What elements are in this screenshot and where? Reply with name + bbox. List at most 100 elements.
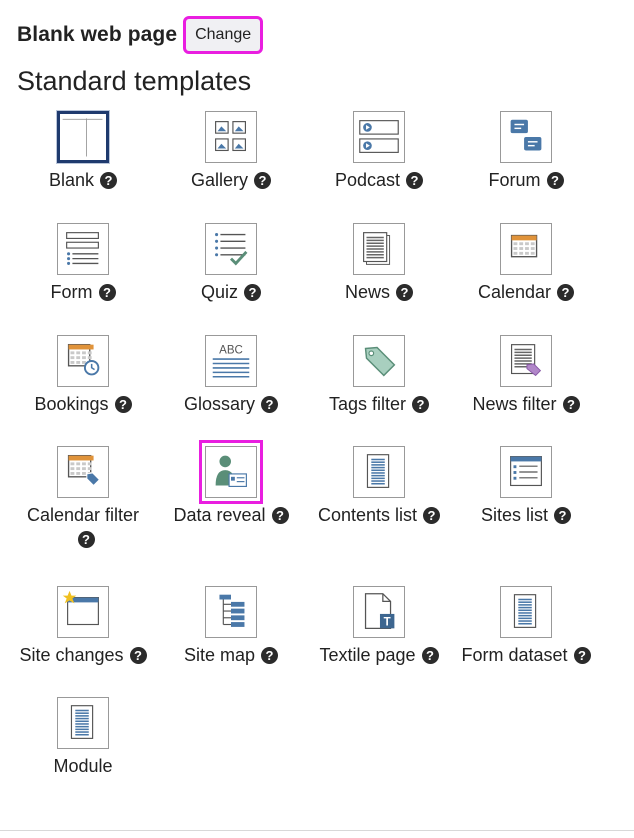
template-label: Glossary?: [156, 392, 306, 416]
help-icon[interactable]: ?: [554, 507, 572, 524]
calendar-filter-icon: [57, 446, 109, 498]
template-tile-tags-filter[interactable]: Tags filter?: [304, 335, 454, 416]
template-tile-news[interactable]: News?: [304, 223, 454, 304]
help-icon[interactable]: ?: [412, 396, 430, 413]
template-tile-data-reveal[interactable]: Data reveal?: [156, 446, 306, 527]
template-label-text: Form dataset: [461, 645, 568, 665]
template-label-text: Calendar: [477, 282, 552, 302]
template-tile-glossary[interactable]: ABC Glossary?: [156, 335, 306, 416]
help-icon[interactable]: ?: [396, 284, 413, 301]
template-label-text: Site map: [183, 645, 256, 665]
template-label-text: Sites list: [480, 505, 549, 525]
template-tile-news-filter[interactable]: News filter?: [451, 335, 601, 416]
template-label-text: Blank: [48, 170, 95, 190]
template-tile-blank[interactable]: Blank?: [8, 111, 158, 192]
template-label: Calendar filter?: [23, 503, 143, 551]
template-label-text: Bookings: [34, 394, 109, 414]
bottom-divider: [0, 830, 634, 831]
template-label-text: Form: [50, 282, 93, 302]
template-tile-gallery[interactable]: Gallery?: [156, 111, 306, 192]
help-icon[interactable]: ?: [100, 172, 118, 189]
help-icon[interactable]: ?: [562, 396, 580, 413]
template-tile-contents-list[interactable]: Contents list?: [304, 446, 454, 527]
template-label: Quiz?: [156, 280, 306, 304]
gallery-icon: [205, 111, 257, 163]
template-label: Podcast?: [304, 168, 454, 192]
podcast-icon: [353, 111, 405, 163]
template-tile-form-dataset[interactable]: Form dataset?: [451, 586, 601, 667]
help-icon[interactable]: ?: [114, 396, 132, 413]
site-map-icon: [205, 586, 257, 638]
help-icon[interactable]: ?: [261, 647, 279, 664]
help-icon[interactable]: ?: [77, 531, 95, 548]
template-tile-quiz[interactable]: Quiz?: [156, 223, 306, 304]
module-icon: [57, 697, 109, 749]
help-icon[interactable]: ?: [254, 172, 271, 189]
sites-list-icon: [500, 446, 552, 498]
template-label: Tags filter?: [304, 392, 454, 416]
template-tile-textile-page[interactable]: T Textile page?: [304, 586, 454, 667]
template-tile-forum[interactable]: Forum?: [451, 111, 601, 192]
template-label-text: Textile page: [319, 645, 416, 665]
svg-text:T: T: [384, 616, 391, 628]
help-icon[interactable]: ?: [423, 507, 441, 524]
news-icon: [353, 223, 405, 275]
template-tile-calendar-filter[interactable]: Calendar filter?: [8, 446, 158, 551]
help-icon[interactable]: ?: [421, 647, 439, 664]
template-label-text: Podcast: [334, 170, 401, 190]
help-icon[interactable]: ?: [406, 172, 424, 189]
template-label: Form?: [8, 280, 158, 304]
calendar-icon: [500, 223, 552, 275]
template-tile-sites-list[interactable]: Sites list?: [451, 446, 601, 527]
help-icon[interactable]: ?: [98, 284, 116, 301]
glossary-icon: ABC: [205, 335, 257, 387]
template-label-text: News: [344, 282, 390, 302]
blank-template-icon: [57, 111, 109, 163]
template-label: News filter?: [451, 392, 601, 416]
template-label: Site changes?: [8, 643, 158, 667]
form-icon: [57, 223, 109, 275]
template-tile-module[interactable]: Module: [8, 697, 158, 778]
page-type-label: Blank web page: [17, 23, 178, 46]
template-tile-site-changes[interactable]: Site changes?: [8, 586, 158, 667]
template-label: Module: [8, 754, 158, 778]
template-label-text: Site changes: [19, 645, 124, 665]
template-label: Gallery?: [156, 168, 306, 192]
template-label-text: Glossary: [183, 394, 255, 414]
template-tile-bookings[interactable]: Bookings?: [8, 335, 158, 416]
site-changes-icon: [57, 586, 109, 638]
bookings-icon: [57, 335, 109, 387]
template-label: Textile page?: [304, 643, 454, 667]
help-icon[interactable]: ?: [129, 647, 147, 664]
template-label: Sites list?: [451, 503, 601, 527]
template-label: Calendar?: [451, 280, 601, 304]
quiz-icon: [205, 223, 257, 275]
help-icon[interactable]: ?: [261, 396, 278, 413]
template-tile-calendar[interactable]: Calendar?: [451, 223, 601, 304]
textile-page-icon: T: [353, 586, 405, 638]
template-label: Forum?: [451, 168, 601, 192]
news-filter-icon: [500, 335, 552, 387]
template-label: Contents list?: [304, 503, 454, 527]
template-label-text: Module: [53, 756, 113, 776]
template-label-text: Quiz: [200, 282, 238, 302]
template-label: Blank?: [8, 168, 158, 192]
page-header: Blank web page Change: [17, 14, 264, 56]
template-label-text: Tags filter: [328, 394, 407, 414]
template-label: Bookings?: [8, 392, 158, 416]
template-tile-site-map[interactable]: Site map?: [156, 586, 306, 667]
svg-text:ABC: ABC: [219, 344, 243, 356]
template-label-text: Contents list: [317, 505, 418, 525]
forum-icon: [500, 111, 552, 163]
help-icon[interactable]: ?: [546, 172, 564, 189]
section-title: Standard templates: [17, 66, 252, 96]
template-tile-form[interactable]: Form?: [8, 223, 158, 304]
help-icon[interactable]: ?: [244, 284, 261, 301]
template-label: Site map?: [156, 643, 306, 667]
help-icon[interactable]: ?: [271, 507, 289, 524]
template-tile-podcast[interactable]: Podcast?: [304, 111, 454, 192]
template-label-text: Calendar filter: [26, 505, 140, 525]
help-icon[interactable]: ?: [557, 284, 575, 301]
change-button[interactable]: Change: [183, 16, 264, 54]
help-icon[interactable]: ?: [573, 647, 591, 664]
